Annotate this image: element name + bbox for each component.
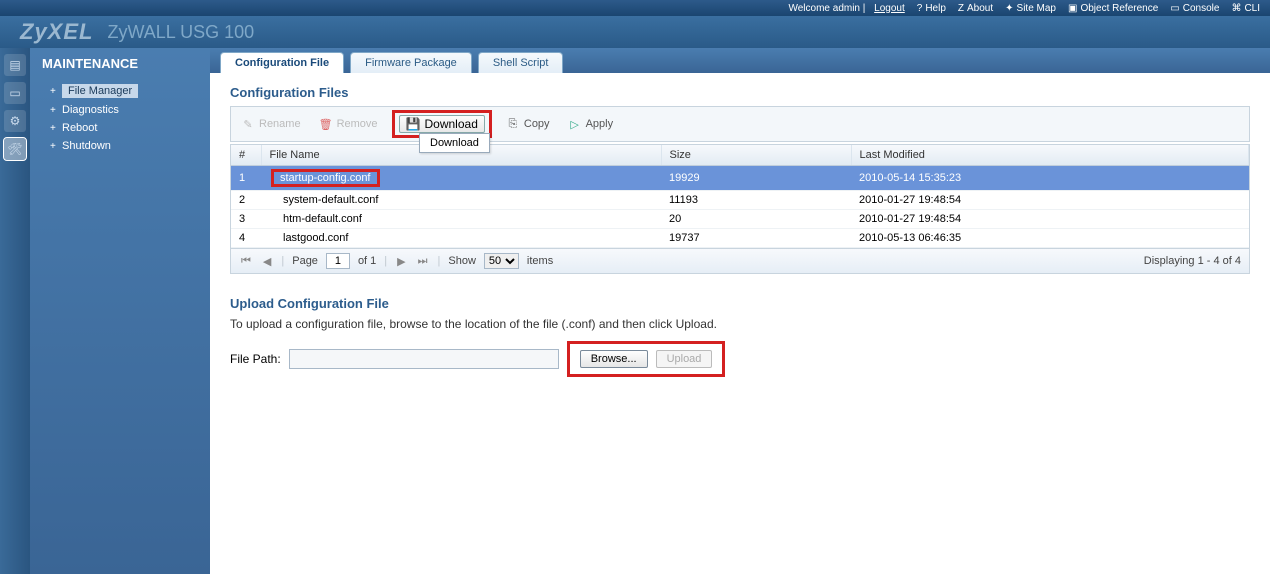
cell-filename: system-default.conf <box>261 191 661 210</box>
copy-button[interactable]: ⎘Copy <box>502 115 554 133</box>
trash-icon: 🗑 <box>319 117 333 131</box>
sidebar-icon-2[interactable]: ▭ <box>4 82 26 104</box>
console-icon: ▭ <box>1170 3 1179 14</box>
sidebar-icon-1[interactable]: ▤ <box>4 54 26 76</box>
col-header-modified[interactable]: Last Modified <box>851 145 1249 166</box>
nav-panel: MAINTENANCE + File Manager + Diagnostics +… <box>30 48 210 574</box>
help-link[interactable]: ?Help <box>917 3 946 14</box>
cell-filename: startup-config.conf <box>261 166 661 191</box>
rename-button[interactable]: ✎Rename <box>237 115 305 133</box>
download-icon: 💾 <box>406 117 421 131</box>
help-icon: ? <box>917 3 923 14</box>
download-tooltip: Download <box>419 133 490 153</box>
table-row[interactable]: 2system-default.conf111932010-01-27 19:4… <box>231 191 1249 210</box>
cli-link[interactable]: ⌘CLI <box>1231 3 1260 14</box>
remove-button[interactable]: 🗑Remove <box>315 115 382 133</box>
browse-button[interactable]: Browse... <box>580 350 648 368</box>
console-link[interactable]: ▭Console <box>1170 3 1219 14</box>
about-link[interactable]: ZAbout <box>958 3 993 14</box>
browse-highlight: Browse... Upload <box>567 341 726 377</box>
cell-modified: 2010-05-14 15:35:23 <box>851 166 1249 191</box>
tab-strip: Configuration File Firmware Package Shel… <box>210 48 1270 73</box>
about-icon: Z <box>958 3 964 14</box>
cell-filename: lastgood.conf <box>261 229 661 248</box>
pager-show-label: Show <box>448 255 476 267</box>
file-path-label: File Path: <box>230 352 281 366</box>
cell-size: 11193 <box>661 191 851 210</box>
cell-num: 1 <box>231 166 261 191</box>
pager-first-icon[interactable]: ⏮ <box>239 255 253 268</box>
pager-show-select[interactable]: 50 <box>484 253 519 269</box>
copy-icon: ⎘ <box>506 117 520 131</box>
sidebar-icon-3[interactable]: ⚙ <box>4 110 26 132</box>
cell-modified: 2010-01-27 19:48:54 <box>851 210 1249 229</box>
upload-description: To upload a configuration file, browse t… <box>230 317 1250 331</box>
rename-icon: ✎ <box>241 117 255 131</box>
icon-sidebar: ▤ ▭ ⚙ 🛠 <box>0 48 30 574</box>
content-area: Configuration File Firmware Package Shel… <box>210 48 1270 574</box>
cell-modified: 2010-01-27 19:48:54 <box>851 191 1249 210</box>
object-ref-link[interactable]: ▣Object Reference <box>1068 3 1158 14</box>
pager-items-label: items <box>527 255 553 267</box>
welcome-text: Welcome admin | Logout <box>788 3 904 14</box>
pager-prev-icon[interactable]: ◀ <box>261 255 273 268</box>
logout-link[interactable]: Logout <box>874 3 905 14</box>
cell-modified: 2010-05-13 06:46:35 <box>851 229 1249 248</box>
cell-size: 20 <box>661 210 851 229</box>
download-button[interactable]: 💾Download <box>399 115 485 133</box>
sidebar-item-diagnostics[interactable]: + Diagnostics <box>36 101 204 119</box>
pager-page-label: Page <box>292 255 318 267</box>
cli-icon: ⌘ <box>1231 3 1241 14</box>
object-ref-icon: ▣ <box>1068 3 1077 14</box>
files-table: # File Name Size Last Modified 1startup-… <box>230 144 1250 274</box>
pager-last-icon[interactable]: ⏭ <box>416 255 430 268</box>
upload-button[interactable]: Upload <box>656 350 713 368</box>
expand-icon: + <box>50 105 58 116</box>
brand-logo: ZyXEL <box>20 19 93 45</box>
pager-page-input[interactable] <box>326 253 350 269</box>
pager-of-label: of 1 <box>358 255 376 267</box>
sidebar-item-file-manager[interactable]: + File Manager <box>36 81 204 101</box>
col-header-size[interactable]: Size <box>661 145 851 166</box>
cell-num: 2 <box>231 191 261 210</box>
cell-filename: htm-default.conf <box>261 210 661 229</box>
product-name: ZyWALL USG 100 <box>107 22 254 43</box>
upload-heading: Upload Configuration File <box>230 296 1250 311</box>
expand-icon: + <box>50 141 58 152</box>
pager-bar: ⏮ ◀ | Page of 1 | ▶ ⏭ | Show 50 items Di… <box>231 248 1249 273</box>
expand-icon: + <box>50 86 58 97</box>
sitemap-icon: ✦ <box>1005 3 1013 14</box>
config-files-heading: Configuration Files <box>230 85 1250 100</box>
cell-num: 4 <box>231 229 261 248</box>
tab-shell-script[interactable]: Shell Script <box>478 52 564 73</box>
col-header-num[interactable]: # <box>231 145 261 166</box>
sidebar-item-label: Reboot <box>62 122 97 134</box>
files-toolbar: ✎Rename 🗑Remove 💾Download ⎘Copy ▷Apply D… <box>230 106 1250 142</box>
cell-num: 3 <box>231 210 261 229</box>
sidebar-icon-maintenance[interactable]: 🛠 <box>4 138 26 160</box>
tab-configuration-file[interactable]: Configuration File <box>220 52 344 73</box>
cell-size: 19929 <box>661 166 851 191</box>
table-row[interactable]: 1startup-config.conf199292010-05-14 15:3… <box>231 166 1249 191</box>
apply-button[interactable]: ▷Apply <box>564 115 618 133</box>
top-header-bar: Welcome admin | Logout ?Help ZAbout ✦Sit… <box>0 0 1270 16</box>
tab-firmware-package[interactable]: Firmware Package <box>350 52 472 73</box>
expand-icon: + <box>50 123 58 134</box>
sidebar-item-shutdown[interactable]: + Shutdown <box>36 137 204 155</box>
apply-icon: ▷ <box>568 117 582 131</box>
sidebar-item-label: Diagnostics <box>62 104 119 116</box>
cell-size: 19737 <box>661 229 851 248</box>
file-path-input[interactable] <box>289 349 559 369</box>
table-row[interactable]: 3htm-default.conf202010-01-27 19:48:54 <box>231 210 1249 229</box>
nav-section-title: MAINTENANCE <box>36 56 204 71</box>
pager-display-text: Displaying 1 - 4 of 4 <box>1144 255 1241 267</box>
sitemap-link[interactable]: ✦Site Map <box>1005 3 1056 14</box>
sidebar-item-label: Shutdown <box>62 140 111 152</box>
logo-bar: ZyXEL ZyWALL USG 100 <box>0 16 1270 48</box>
sidebar-item-label: File Manager <box>62 84 138 98</box>
sidebar-item-reboot[interactable]: + Reboot <box>36 119 204 137</box>
pager-next-icon[interactable]: ▶ <box>395 255 407 268</box>
table-row[interactable]: 4lastgood.conf197372010-05-13 06:46:35 <box>231 229 1249 248</box>
